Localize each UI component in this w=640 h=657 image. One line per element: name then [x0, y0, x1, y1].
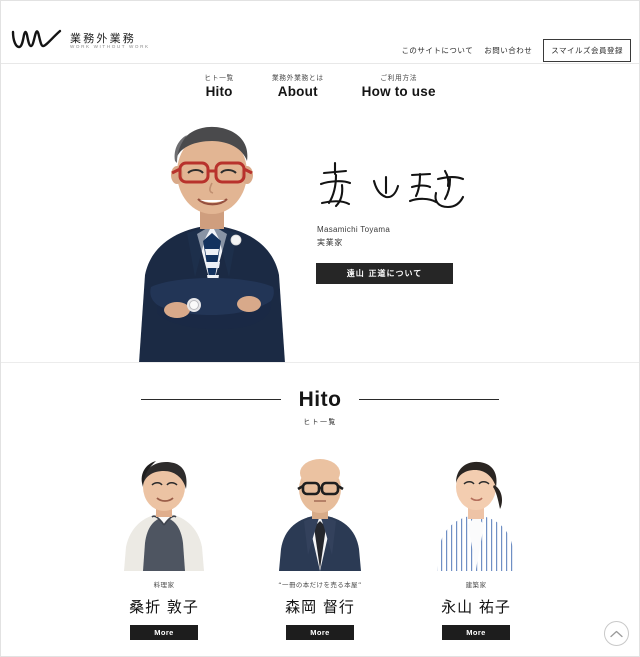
header-link-about-site[interactable]: このサイトについて	[401, 45, 473, 56]
hero-cta-button[interactable]: 遠山 正道について	[316, 263, 453, 284]
hito-card-name: 森岡 督行	[285, 598, 355, 616]
site-logo[interactable]: 業務外業務 WORK WITHOUT WORK	[11, 28, 150, 50]
hito-card-photo	[416, 451, 536, 571]
nav-item-how-to-use[interactable]: ご利用方法 How to use	[362, 72, 436, 99]
nav-item-how-to-use-en: How to use	[361, 84, 436, 99]
logo-text-ja: 業務外業務	[70, 32, 136, 46]
hero-portrait-photo	[117, 99, 307, 362]
hito-card-more-button[interactable]: More	[286, 625, 354, 640]
hero-name-en: Masamichi Toyama	[317, 225, 391, 234]
nav-item-about[interactable]: 業務外業務とは About	[272, 72, 324, 99]
hito-section-heading: Hito	[1, 389, 639, 410]
hito-card[interactable]: 料理家 桑折 敦子 More	[104, 451, 224, 640]
heading-rule-left	[141, 399, 281, 400]
member-register-button[interactable]: スマイルズ会員登録	[543, 39, 631, 62]
nav-item-about-en: About	[277, 84, 318, 99]
logo-wordmark: 業務外業務 WORK WITHOUT WORK	[70, 33, 150, 50]
nav-item-about-ja: 業務外業務とは	[271, 74, 324, 82]
header-link-contact[interactable]: お問い合わせ	[484, 45, 532, 56]
scroll-to-top-button[interactable]	[604, 621, 629, 646]
hito-title: Hito	[298, 388, 342, 411]
hero-copy: Masamichi Toyama 実業家 遠山 正道について	[314, 159, 494, 284]
hero-signature-icon	[314, 159, 494, 217]
hito-card-name: 永山 祐子	[441, 598, 511, 616]
hito-section: Hito ヒト一覧 料理家 桑折 敦子 More “一冊の本だけを売る本屋” 森…	[1, 363, 639, 656]
hito-card-more-button[interactable]: More	[442, 625, 510, 640]
hero-role: 実業家	[317, 238, 343, 247]
nav-item-hito-ja: ヒト一覧	[204, 74, 234, 82]
hito-card-list: 料理家 桑折 敦子 More “一冊の本だけを売る本屋” 森岡 督行 More …	[1, 451, 639, 640]
hero-section: Masamichi Toyama 実業家 遠山 正道について	[1, 99, 639, 363]
nav-item-how-to-use-ja: ご利用方法	[380, 74, 418, 82]
hito-card-role: “一冊の本だけを売る本屋”	[278, 581, 362, 589]
logo-mark-icon	[11, 28, 63, 50]
hito-subtitle: ヒト一覧	[303, 418, 337, 426]
hito-card-photo	[260, 451, 380, 571]
hito-card[interactable]: 建築家 永山 祐子 More	[416, 451, 536, 640]
site-header: 業務外業務 WORK WITHOUT WORK このサイトについて お問い合わせ…	[1, 1, 639, 64]
header-nav: このサイトについて お問い合わせ スマイルズ会員登録	[401, 39, 631, 62]
hito-card-name: 桑折 敦子	[129, 598, 199, 616]
hito-card-photo	[104, 451, 224, 571]
nav-item-hito-en: Hito	[205, 84, 233, 99]
page-root: 業務外業務 WORK WITHOUT WORK このサイトについて お問い合わせ…	[0, 0, 640, 657]
hito-card[interactable]: “一冊の本だけを売る本屋” 森岡 督行 More	[260, 451, 380, 640]
heading-rule-right	[359, 399, 500, 400]
hito-card-role: 料理家	[153, 581, 175, 589]
chevron-up-icon	[610, 630, 623, 638]
nav-item-hito[interactable]: ヒト一覧 Hito	[204, 72, 234, 99]
main-nav: ヒト一覧 Hito 業務外業務とは About ご利用方法 How to use	[1, 64, 639, 99]
hito-card-more-button[interactable]: More	[130, 625, 198, 640]
hito-card-role: 建築家	[465, 581, 487, 589]
logo-text-en: WORK WITHOUT WORK	[70, 44, 150, 50]
